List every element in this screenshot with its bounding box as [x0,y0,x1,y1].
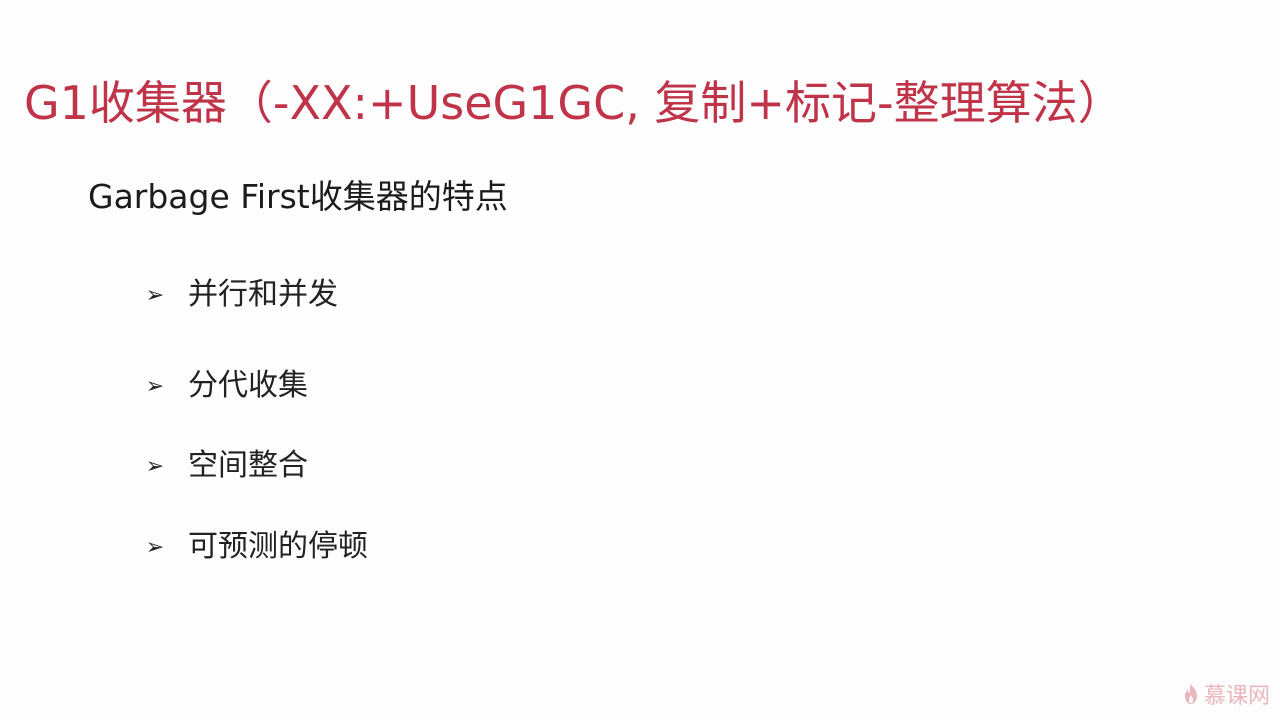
arrow-bullet-icon: ➢ [145,453,165,479]
flame-logo-icon [1184,684,1197,704]
bullet-text: 分代收集 [188,368,308,403]
list-item: ➢ 空间整合 [144,444,308,488]
slide-subtitle: Garbage First收集器的特点 [88,177,508,216]
bullet-text: 可预测的停顿 [188,529,368,564]
watermark-text: 慕课网 [1203,684,1270,709]
arrow-bullet-icon: ➢ [145,534,165,560]
bullet-text: 并行和并发 [188,277,338,312]
list-item: ➢ 分代收集 [144,364,308,408]
arrow-bullet-icon: ➢ [145,282,165,308]
arrow-bullet-icon: ➢ [145,373,165,399]
slide: G1收集器（-XX:+UseG1GC, 复制+标记-整理算法） Garbage … [0,0,1280,720]
watermark: 慕课网 [1182,678,1270,710]
slide-title: G1收集器（-XX:+UseG1GC, 复制+标记-整理算法） [24,76,1124,130]
bullet-text: 空间整合 [188,448,308,483]
list-item: ➢ 并行和并发 [144,273,338,317]
list-item: ➢ 可预测的停顿 [144,525,368,569]
